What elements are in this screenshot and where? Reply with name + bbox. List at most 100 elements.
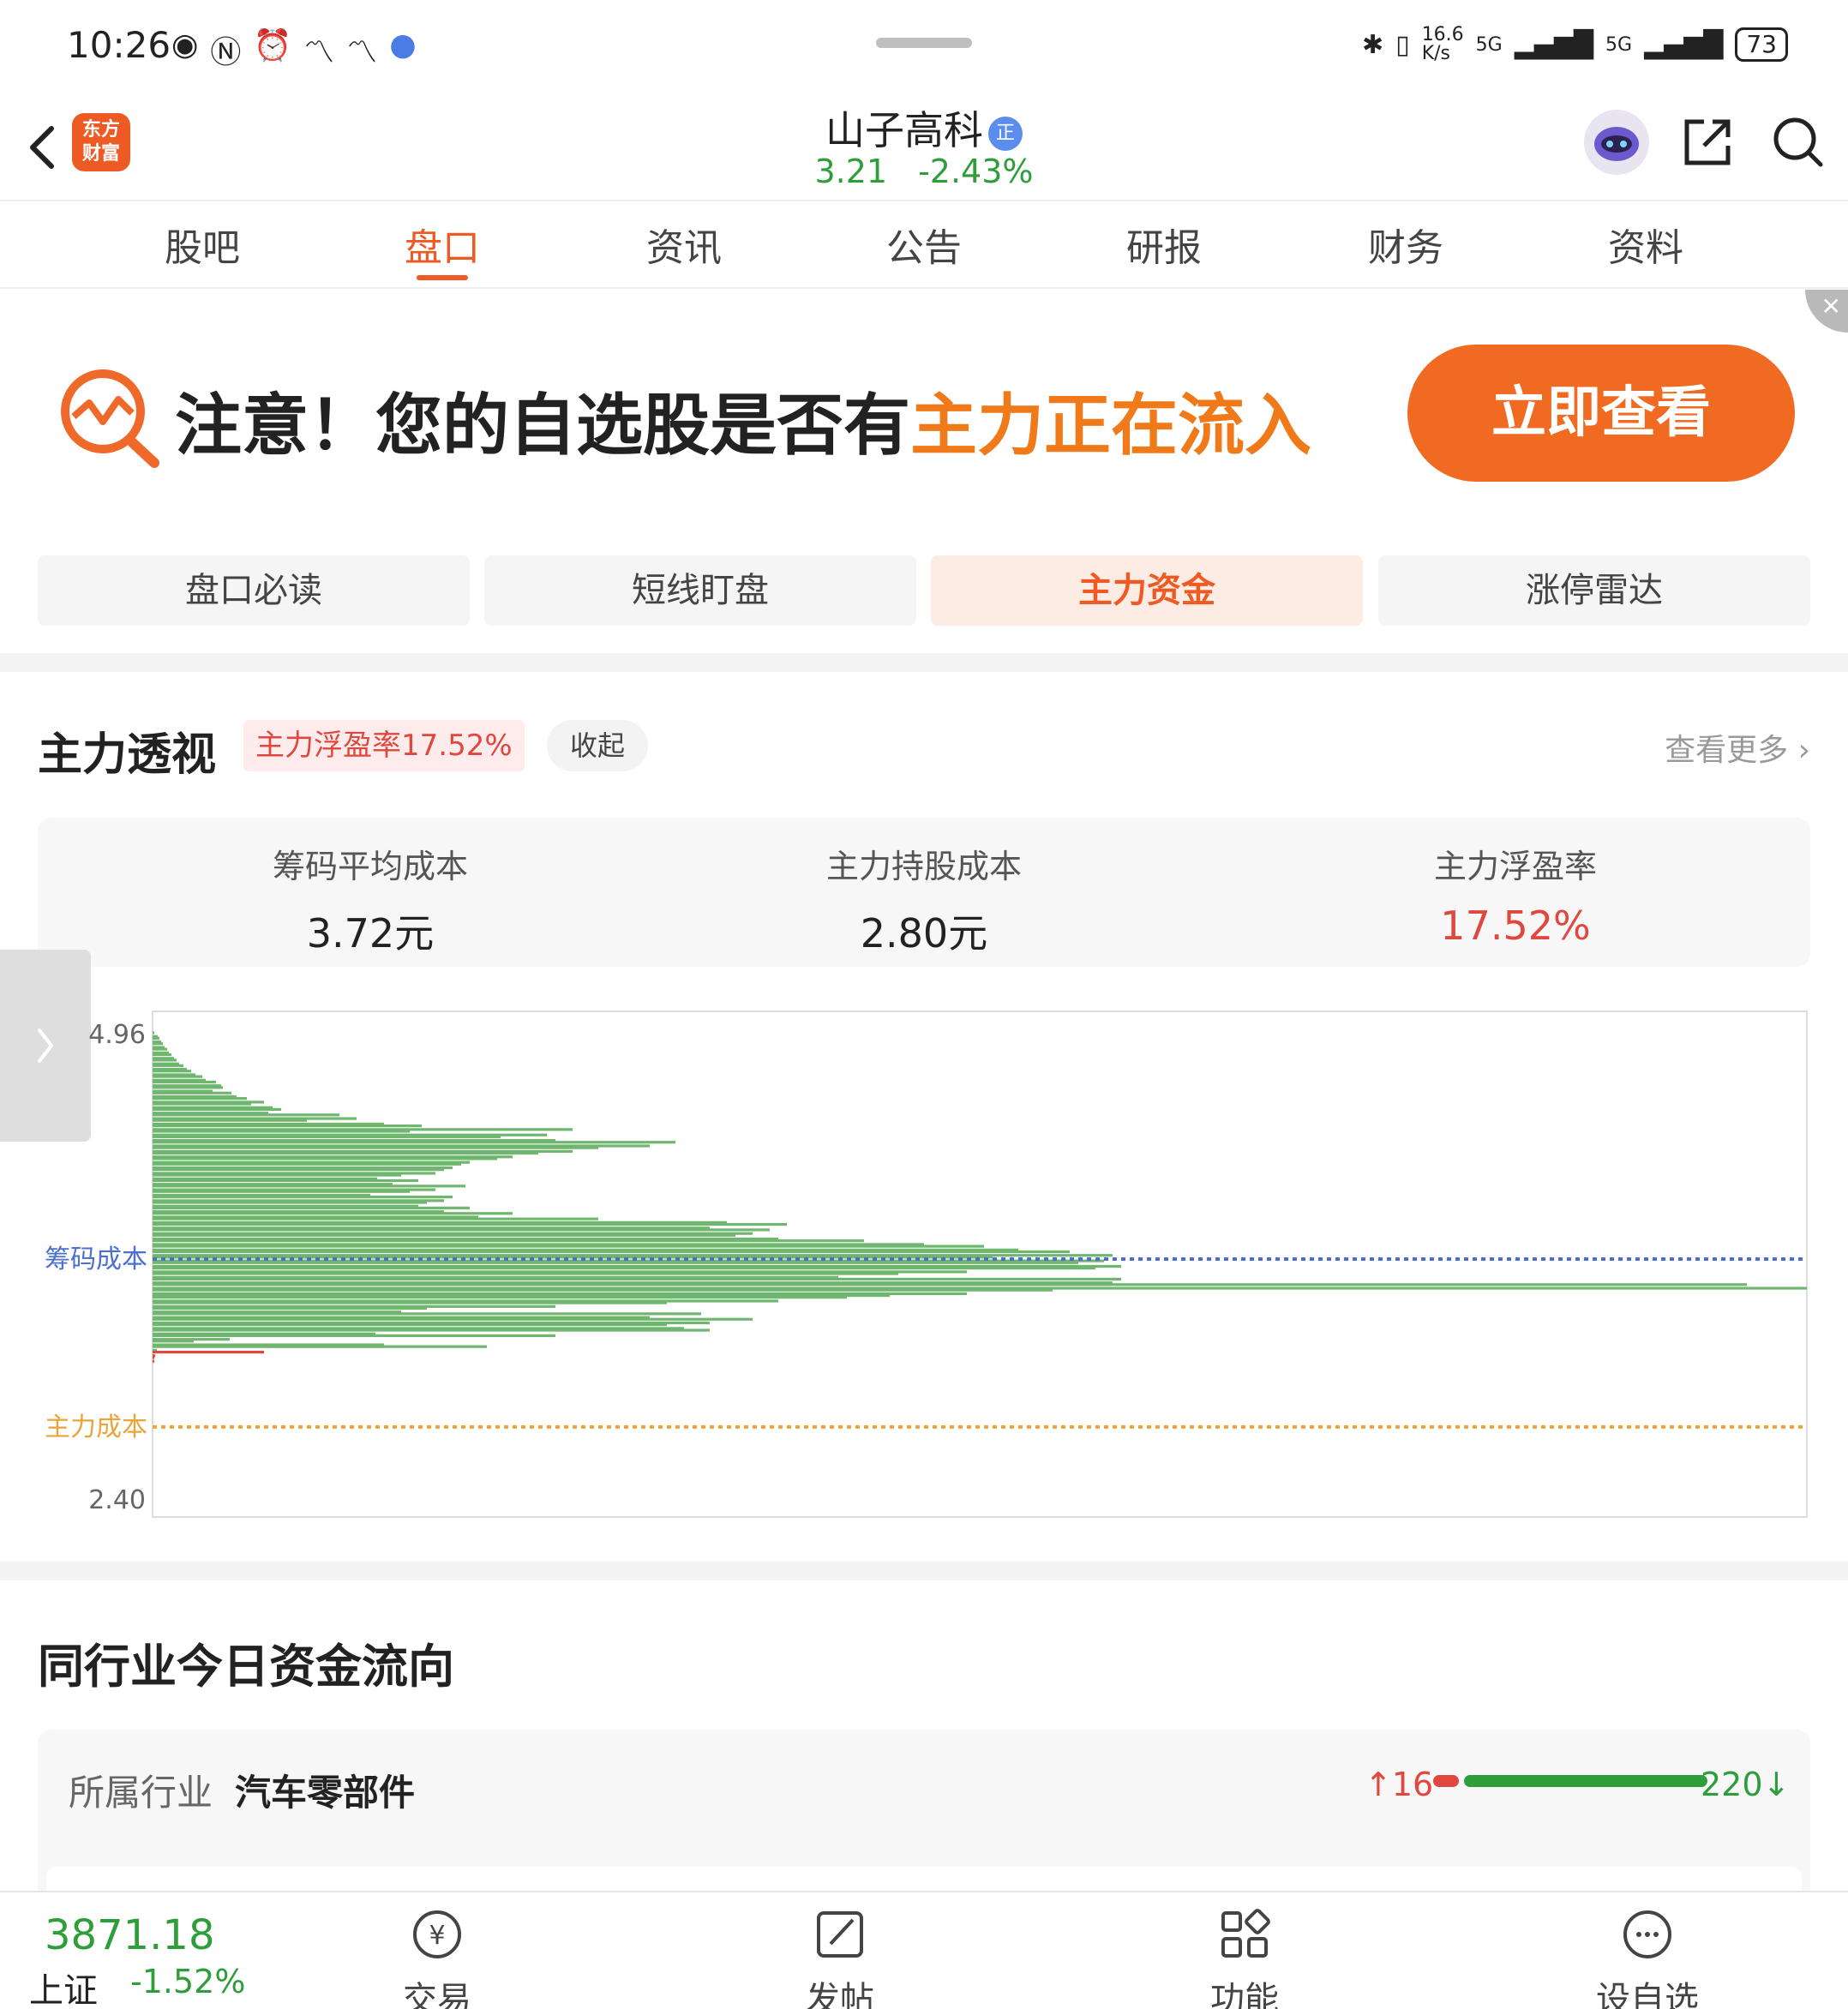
sub-tabs: 盘口必读 短线盯盘 主力资金 涨停雷达 [38,555,1810,626]
panel-title: 主力透视 [38,729,217,781]
stat-value: 17.52% [1440,903,1591,949]
chip-bar [153,1334,555,1337]
nav-label: 发帖 [806,1980,874,2009]
chip-bar [153,1296,847,1299]
chip-bar [153,1135,501,1138]
chip-bar [153,1267,1095,1270]
net-speed: 16.6 K/s [1421,24,1464,64]
chip-bar [153,1206,470,1209]
share-icon[interactable] [1680,115,1735,170]
chip-bar [153,1036,159,1040]
collapse-button[interactable]: 收起 [547,720,648,771]
promo-banner[interactable]: ✕ 注意！您的自选股是否有主力正在流入 立即查看 [0,290,1848,538]
y-axis-top-label: 4.96 [88,1020,146,1050]
chip-bar [153,1080,216,1084]
tab-profile[interactable]: 资料 [1569,217,1723,272]
robot-assistant-avatar[interactable] [1584,110,1649,175]
industry-title: 同行业今日资金流向 [38,1640,454,1694]
stat-main-cost: 主力持股成本 2.80元 [667,840,1181,959]
signal-icon: ▂▄▆█ [1514,29,1594,60]
nav-functions[interactable]: 功能 [1167,1904,1322,2009]
stat-avg-cost: 筹码平均成本 3.72元 [113,840,627,959]
chip-bar [153,1162,461,1166]
chip-bar [153,1345,487,1348]
chip-bar [153,1288,1053,1292]
industry-up-count: ↑16 [1365,1766,1433,1803]
stat-value: 3.72元 [306,910,435,957]
stat-value: 2.80元 [860,910,988,957]
stock-change: -2.43% [918,153,1034,190]
industry-label: 所属行业 [69,1772,213,1814]
bluetooth-icon: ✱ [1362,29,1384,60]
bottom-bar: 3871.18 上证 -1.52% ¥ 交易 发帖 功能 设自选 [0,1891,1848,2009]
chip-bar [153,1359,154,1363]
close-icon[interactable]: ✕ [1805,290,1848,333]
chip-chart-svg: 4.96 2.40 筹码成本主力成本 [45,1010,1808,1518]
stock-price: 3.21 [814,153,888,190]
stock-quote: 3.21 -2.43% [0,153,1848,190]
stat-label: 主力持股成本 [825,848,1022,885]
trade-icon: ¥ [413,1910,461,1958]
chip-bar [153,1052,171,1057]
chip-bar [153,1217,598,1220]
view-now-button[interactable]: 立即查看 [1407,345,1795,482]
chip-bar [153,1261,1078,1264]
chip-bar [153,1312,701,1316]
nav-add-watchlist[interactable]: 设自选 [1570,1904,1725,2009]
subtab-main-funds[interactable]: 主力资金 [931,555,1363,626]
drag-handle[interactable] [876,38,972,48]
search-icon[interactable] [1769,113,1826,170]
main-cost-label: 主力成本 [45,1412,147,1442]
industry-down-count: 220↓ [1701,1766,1790,1803]
chip-bar [153,1031,154,1034]
arrow-up-icon: ↑ [1365,1766,1392,1803]
industry-name[interactable]: 汽车零部件 [235,1764,415,1816]
chip-bar [153,1157,497,1160]
chip-bar [153,1250,1070,1254]
chip-bar [153,1184,465,1188]
chip-bar [153,1070,191,1073]
nav-label: 交易 [403,1980,471,2009]
chip-bar [153,1130,410,1133]
arrow-down-icon: ↓ [1762,1766,1791,1803]
robot-icon [1594,127,1639,161]
more-icon [1623,1910,1671,1958]
subtab-limit-radar[interactable]: 涨停雷达 [1378,555,1810,626]
stat-profit-rate: 主力浮盈率 17.52% [1258,840,1773,949]
banner-text-highlight: 主力正在流入 [910,387,1312,465]
chip-bar [153,1086,223,1089]
chip-bar [153,1283,1747,1286]
grid-icon [1221,1909,1270,1958]
profit-rate-tag: 主力浮盈率17.52% [243,720,525,771]
chip-bar [153,1277,1121,1281]
chip-bar [153,1102,251,1106]
subtab-short-term[interactable]: 短线盯盘 [484,555,916,626]
chip-bar [153,1173,401,1177]
alarm-icon: ⏰ [253,28,292,63]
vibrate-icon: ▯ [1395,29,1410,60]
stat-label: 主力浮盈率 [1433,848,1597,885]
chip-cost-label: 筹码成本 [45,1244,147,1274]
chip-bar [153,1168,444,1172]
tab-finance[interactable]: 财务 [1329,217,1483,272]
chip-bar [153,1047,167,1051]
chip-bar [153,1151,538,1155]
status-icons-left: ◉ Ⓝ ⏰ 〽 〽 ● [171,27,417,72]
view-more-link[interactable]: 查看更多 › [1665,725,1810,770]
chip-bar [153,1350,264,1354]
app-icon: ● [389,27,417,63]
chip-bar [153,1190,410,1193]
subtab-must-read[interactable]: 盘口必读 [38,555,470,626]
chip-bar [153,1323,667,1327]
tab-pankou[interactable]: 盘口 [365,217,519,280]
app-header: 东方 财富 山子高科正 3.21 -2.43% [0,94,1848,201]
tab-research[interactable]: 研报 [1087,217,1241,272]
tab-news[interactable]: 资讯 [607,217,761,272]
stat-label: 筹码平均成本 [272,848,468,885]
edit-icon [817,1911,863,1958]
signal-icon: ▂▄▆█ [1644,29,1724,60]
tab-announcements[interactable]: 公告 [847,217,1001,272]
nav-trade[interactable]: ¥ 交易 [360,1904,514,2009]
tab-guba[interactable]: 股吧 [125,217,279,272]
nav-post[interactable]: 发帖 [763,1904,917,2009]
